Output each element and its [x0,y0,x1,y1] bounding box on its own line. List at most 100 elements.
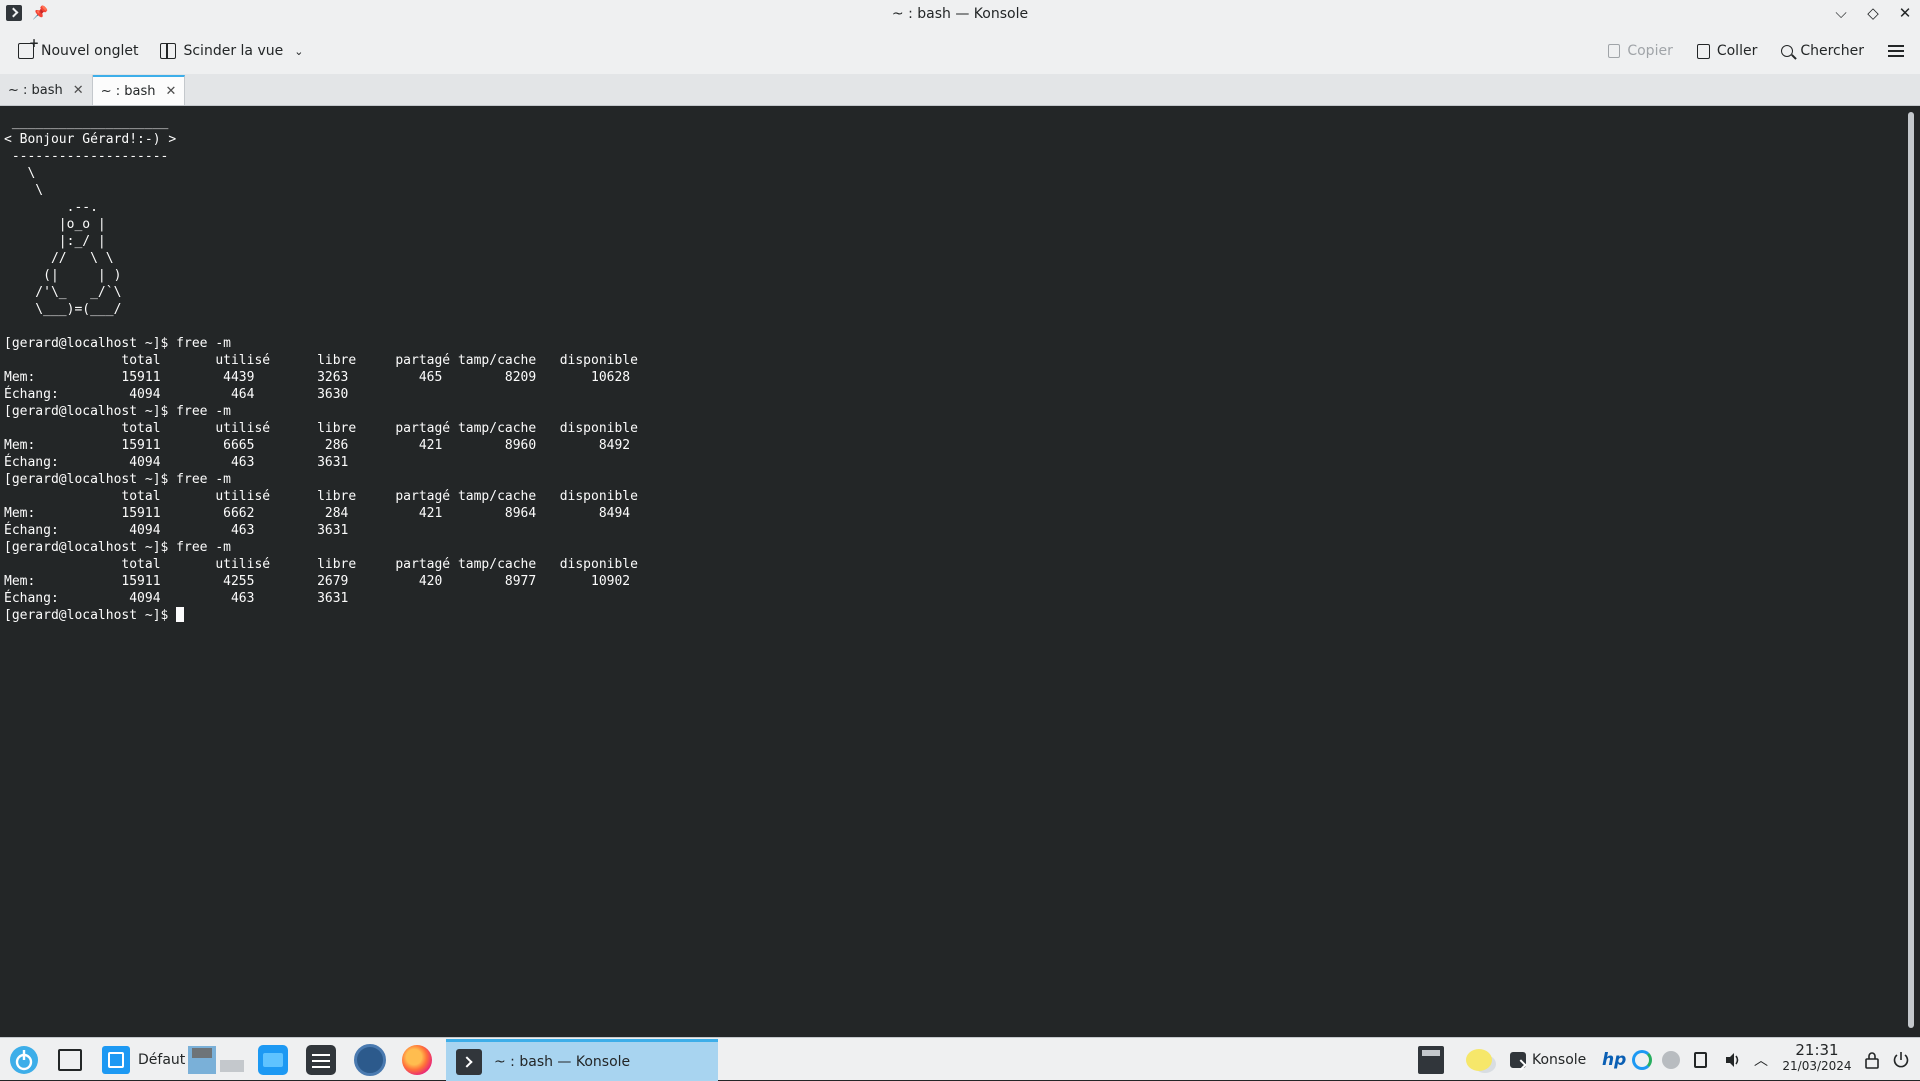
clipboard-icon [1694,1051,1707,1068]
terminal-prompt: [gerard@localhost ~]$ [4,608,177,623]
tab-label: ~ : bash [8,82,63,98]
konsole-task-icon [456,1048,482,1075]
lock-screen-button[interactable] [1864,1043,1880,1076]
firefox-icon [402,1044,432,1075]
copy-label: Copier [1627,43,1673,59]
calculator-icon [1418,1045,1444,1074]
paste-button[interactable]: Coller [1689,35,1766,67]
show-desktop-button[interactable] [58,1043,82,1076]
terminal-line: Mem: 15911 6665 286 421 8960 8492 [4,438,631,453]
sync-tray-icon[interactable] [1632,1043,1652,1076]
tray-konsole-icon [1510,1051,1526,1068]
lock-icon [1865,1051,1879,1069]
terminal-line: -------------------- [4,149,169,164]
terminal-line: [gerard@localhost ~]$ free -m [4,336,231,351]
file-manager-launcher[interactable] [258,1043,288,1076]
terminal-line: [gerard@localhost ~]$ free -m [4,404,231,419]
hamburger-menu-icon [1888,45,1904,57]
terminal-line: Échang: 4094 464 3630 [4,387,349,402]
show-desktop-icon [58,1048,82,1071]
taskbar: Défaut ~ : bash — Konsole Konsole hp ︿ 2… [0,1037,1920,1081]
new-tab-label: Nouvel onglet [41,43,139,59]
terminal-line: [gerard@localhost ~]$ free -m [4,472,231,487]
split-view-label: Scinder la vue [183,43,284,59]
calculator-widget[interactable] [1418,1043,1444,1076]
terminal-line: /'\_ _/`\ [4,285,122,300]
digital-clock[interactable]: 21:31 21/03/2024 [1782,1042,1852,1074]
tray-konsole[interactable]: Konsole [1510,1043,1586,1076]
terminal-line: total utilisé libre partagé tamp/cache d… [4,421,638,436]
activity-label: Défaut [138,1051,186,1068]
settings-icon [306,1044,336,1075]
terminal-line: Mem: 15911 6662 284 421 8964 8494 [4,506,631,521]
terminal-line: \ [4,166,36,181]
tab-bash-1[interactable]: ~ : bash ✕ [0,75,93,105]
folder-icon [258,1044,288,1075]
terminal-scrollbar[interactable] [1908,112,1914,1028]
terminal-line: < Bonjour Gérard!:-) > [4,132,177,147]
terminal-line: [gerard@localhost ~]$ free -m [4,540,231,555]
paste-label: Coller [1716,43,1758,59]
power-icon [1893,1051,1909,1067]
weather-widget[interactable] [1466,1043,1492,1076]
discover-launcher[interactable] [354,1043,386,1076]
search-icon [1781,45,1794,57]
system-settings-launcher[interactable] [306,1043,336,1076]
terminal-line: Échang: 4094 463 3631 [4,591,349,606]
maximize-icon[interactable]: ◇ [1864,4,1882,22]
terminal-line: // \ \ [4,251,114,266]
activity-switcher[interactable]: Défaut [102,1043,185,1076]
app-launcher-button[interactable] [8,1043,40,1076]
clipboard-tray-icon[interactable] [1694,1043,1707,1076]
window-title: ~ : bash — Konsole [891,6,1029,22]
terminal-prompt-line: [gerard@localhost ~]$ [4,607,1920,624]
copy-button[interactable]: Copier [1600,35,1681,67]
terminal-line: Échang: 4094 463 3631 [4,455,349,470]
steam-icon [1662,1050,1680,1069]
task-konsole[interactable]: ~ : bash — Konsole [446,1039,718,1081]
terminal-line: (| | ) [4,268,122,283]
new-tab-button[interactable]: Nouvel onglet [10,35,146,67]
firefox-launcher[interactable] [402,1043,432,1076]
power-button[interactable] [1892,1043,1910,1076]
volume-tray-icon[interactable] [1724,1043,1742,1076]
discover-icon [354,1043,386,1076]
pager-widget[interactable] [186,1043,248,1076]
tray-expand-button[interactable]: ︿ [1754,1043,1768,1076]
search-label: Chercher [1800,43,1864,59]
search-button[interactable]: Chercher [1773,35,1872,67]
minimize-icon[interactable]: ⌵ [1832,4,1850,22]
hamburger-menu-button[interactable] [1880,35,1912,67]
hp-icon: hp [1602,1049,1627,1070]
window-titlebar: 📌 ~ : bash — Konsole ⌵ ◇ ✕ [0,0,1920,28]
tab-close-icon[interactable]: ✕ [73,83,84,98]
main-toolbar: Nouvel onglet Scinder la vue ⌄ Copier Co… [0,28,1920,74]
terminal-line: Mem: 15911 4439 3263 465 8209 10628 [4,370,631,385]
copy-icon [1608,44,1621,58]
split-view-button[interactable]: Scinder la vue ⌄ [152,35,311,67]
terminal-output[interactable]: ____________________ < Bonjour Gérard!:-)… [0,106,1920,1037]
clock-time: 21:31 [1795,1041,1839,1059]
tab-bar: ~ : bash ✕ ~ : bash ✕ [0,74,1920,106]
pin-icon[interactable]: 📌 [32,6,48,21]
terminal-line: total utilisé libre partagé tamp/cache d… [4,353,638,368]
task-label: ~ : bash — Konsole [494,1053,631,1070]
chevron-down-icon[interactable]: ⌄ [294,45,303,58]
new-tab-icon [18,36,39,59]
konsole-app-icon[interactable] [6,5,22,21]
terminal-line: total utilisé libre partagé tamp/cache d… [4,489,638,504]
steam-tray-icon[interactable] [1662,1043,1680,1076]
app-launcher-icon [10,1045,38,1074]
tab-bash-2[interactable]: ~ : bash ✕ [92,75,186,105]
terminal-line: |:_/ | [4,234,106,249]
tab-close-icon[interactable]: ✕ [165,84,176,99]
weather-icon [1466,1048,1492,1071]
hp-tray-icon[interactable]: hp [1602,1043,1626,1076]
activity-icon [102,1045,130,1074]
terminal-line: Échang: 4094 463 3631 [4,523,349,538]
terminal-line: ____________________ [4,115,169,130]
terminal-line: Mem: 15911 4255 2679 420 8977 10902 [4,574,631,589]
close-icon[interactable]: ✕ [1896,4,1914,22]
volume-icon [1726,1052,1739,1067]
terminal-line: \___)=(___/ [4,302,122,317]
